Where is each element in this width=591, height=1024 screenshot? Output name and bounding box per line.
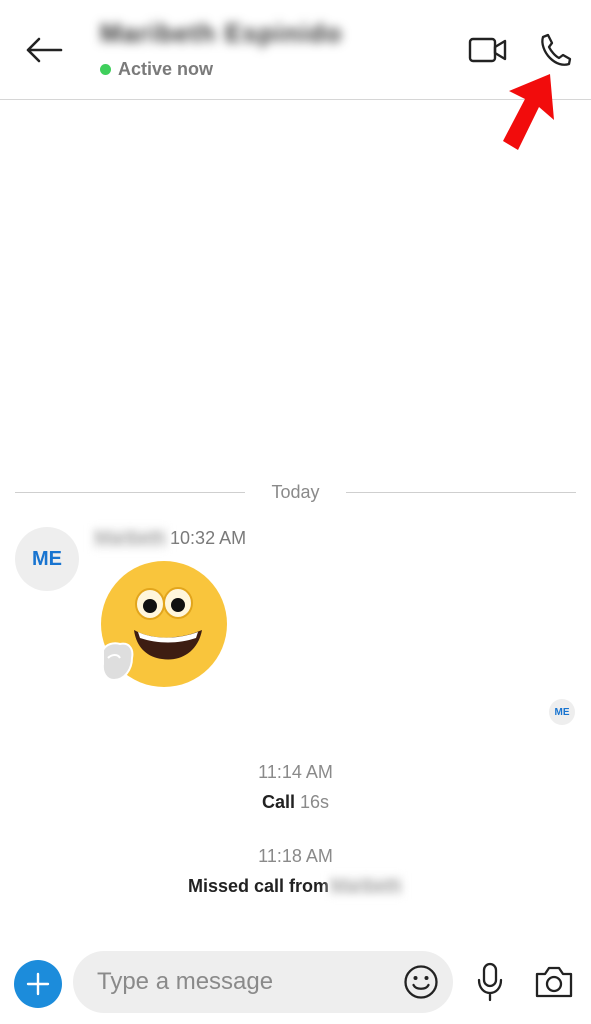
status-text: Active now (118, 59, 214, 79)
back-button[interactable] (22, 30, 66, 70)
video-camera-icon (468, 37, 507, 63)
video-call-button[interactable] (466, 32, 510, 68)
thumbs-up-emoticon-icon[interactable] (98, 558, 232, 692)
camera-button[interactable] (532, 962, 576, 1002)
presence-status: Active now (100, 59, 342, 80)
message-meta: Maribeth 10:32 AM (92, 528, 246, 549)
call-event: 11:14 AM Call 16s (0, 762, 591, 813)
audio-call-button[interactable] (536, 30, 576, 70)
red-annotation-arrow-icon (503, 74, 554, 150)
message-time: 10:32 AM (170, 528, 247, 548)
event-description: Call 16s (0, 792, 591, 813)
smiley-icon[interactable] (403, 964, 439, 1000)
date-label: Today (271, 481, 320, 502)
online-dot (100, 64, 111, 75)
date-divider: Today (15, 478, 577, 506)
missed-call-event: 11:18 AM Missed call from Maribeth (0, 846, 591, 897)
contact-name: Maribeth Espinido (100, 18, 343, 48)
call-duration: 16s (300, 792, 330, 812)
microphone-icon (477, 962, 503, 1002)
contact-title[interactable]: Maribeth Espinido Active now (100, 18, 342, 80)
sender-avatar[interactable]: ME (15, 527, 79, 591)
message-input-container (73, 951, 453, 1013)
plus-icon (26, 972, 50, 996)
event-time: 11:18 AM (258, 846, 333, 866)
event-description: Missed call from Maribeth (0, 876, 591, 897)
camera-icon (535, 966, 573, 998)
caller-name: Maribeth (329, 876, 404, 896)
microphone-button[interactable] (472, 960, 508, 1004)
phone-icon (541, 33, 572, 66)
message-composer (0, 940, 591, 1024)
event-label: Missed call from (187, 876, 329, 896)
message-input[interactable] (97, 951, 387, 1013)
back-arrow-icon (26, 37, 63, 63)
event-time: 11:14 AM (258, 762, 333, 782)
read-receipt-avatar: ME (549, 699, 575, 725)
divider-line (345, 491, 577, 493)
add-button[interactable] (14, 960, 62, 1008)
divider-line (15, 491, 246, 493)
sender-name: Maribeth (92, 528, 169, 549)
event-label: Call (261, 792, 295, 812)
